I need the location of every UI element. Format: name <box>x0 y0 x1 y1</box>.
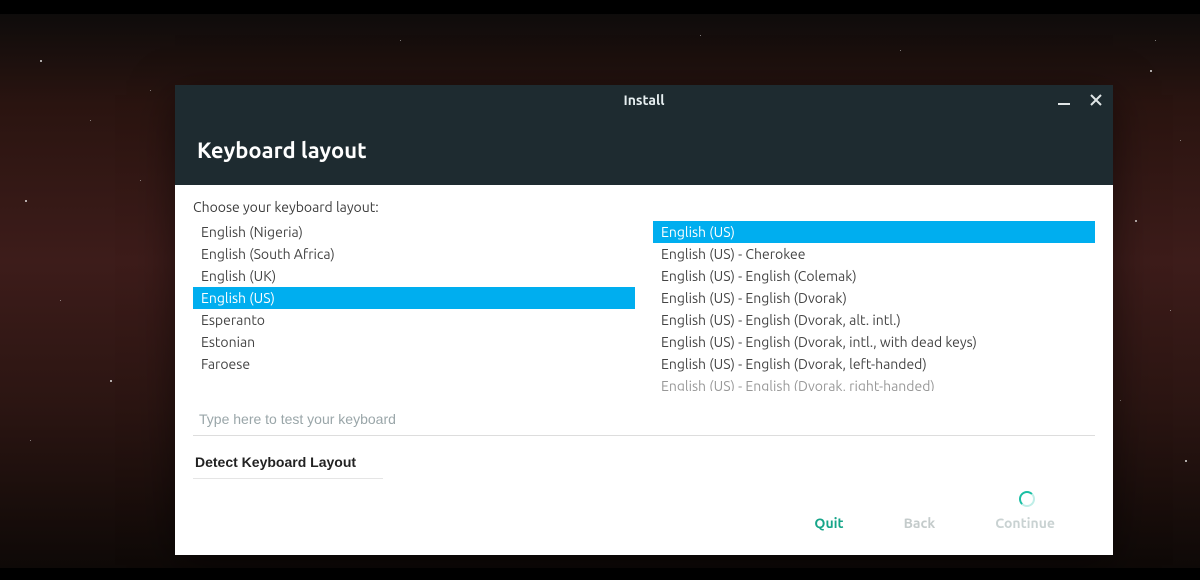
layout-item[interactable]: English (South Africa) <box>193 243 635 265</box>
variant-item[interactable]: English (US) - English (Dvorak, left-han… <box>653 353 1095 375</box>
loading-spinner-icon <box>1019 491 1035 507</box>
layout-listbox[interactable]: English (Nigeria)English (South Africa)E… <box>193 221 635 391</box>
layout-lists-row: English (Nigeria)English (South Africa)E… <box>193 221 1095 391</box>
letterbox-bottom <box>0 568 1200 580</box>
letterbox-top <box>0 0 1200 14</box>
titlebar[interactable]: Install <box>175 85 1113 115</box>
choose-layout-label: Choose your keyboard layout: <box>193 199 1095 215</box>
test-keyboard-input[interactable] <box>193 403 1095 436</box>
layout-item[interactable]: Faroese <box>193 353 635 375</box>
variant-item[interactable]: English (US) - English (Dvorak, alt. int… <box>653 309 1095 331</box>
layout-item[interactable]: Estonian <box>193 331 635 353</box>
page-heading-strip: Keyboard layout <box>175 115 1113 185</box>
layout-item[interactable]: English (US) <box>193 287 635 309</box>
close-icon[interactable] <box>1087 91 1105 109</box>
detect-keyboard-button[interactable]: Detect Keyboard Layout <box>193 446 383 479</box>
footer-actions: Quit Back Continue <box>193 507 1095 545</box>
layout-item[interactable]: English (Nigeria) <box>193 221 635 243</box>
minimize-icon[interactable] <box>1055 91 1073 109</box>
variant-item[interactable]: English (US) - English (Dvorak) <box>653 287 1095 309</box>
variant-item[interactable]: English (US) - English (Dvorak, right-ha… <box>653 375 1095 391</box>
page-title: Keyboard layout <box>197 138 367 163</box>
variant-item[interactable]: English (US) - Cherokee <box>653 243 1095 265</box>
variant-item[interactable]: English (US) <box>653 221 1095 243</box>
back-button: Back <box>904 515 936 531</box>
layout-item[interactable]: English (UK) <box>193 265 635 287</box>
content-area: Choose your keyboard layout: English (Ni… <box>175 185 1113 555</box>
variant-item[interactable]: English (US) - English (Colemak) <box>653 265 1095 287</box>
window-title: Install <box>624 92 665 108</box>
installer-window: Install Keyboard layout Choose your keyb… <box>175 85 1113 555</box>
continue-button: Continue <box>995 515 1055 531</box>
variant-item[interactable]: English (US) - English (Dvorak, intl., w… <box>653 331 1095 353</box>
quit-button[interactable]: Quit <box>814 515 843 531</box>
window-controls <box>1055 85 1105 115</box>
variant-listbox[interactable]: English (US)English (US) - CherokeeEngli… <box>653 221 1095 391</box>
layout-item[interactable]: Esperanto <box>193 309 635 331</box>
